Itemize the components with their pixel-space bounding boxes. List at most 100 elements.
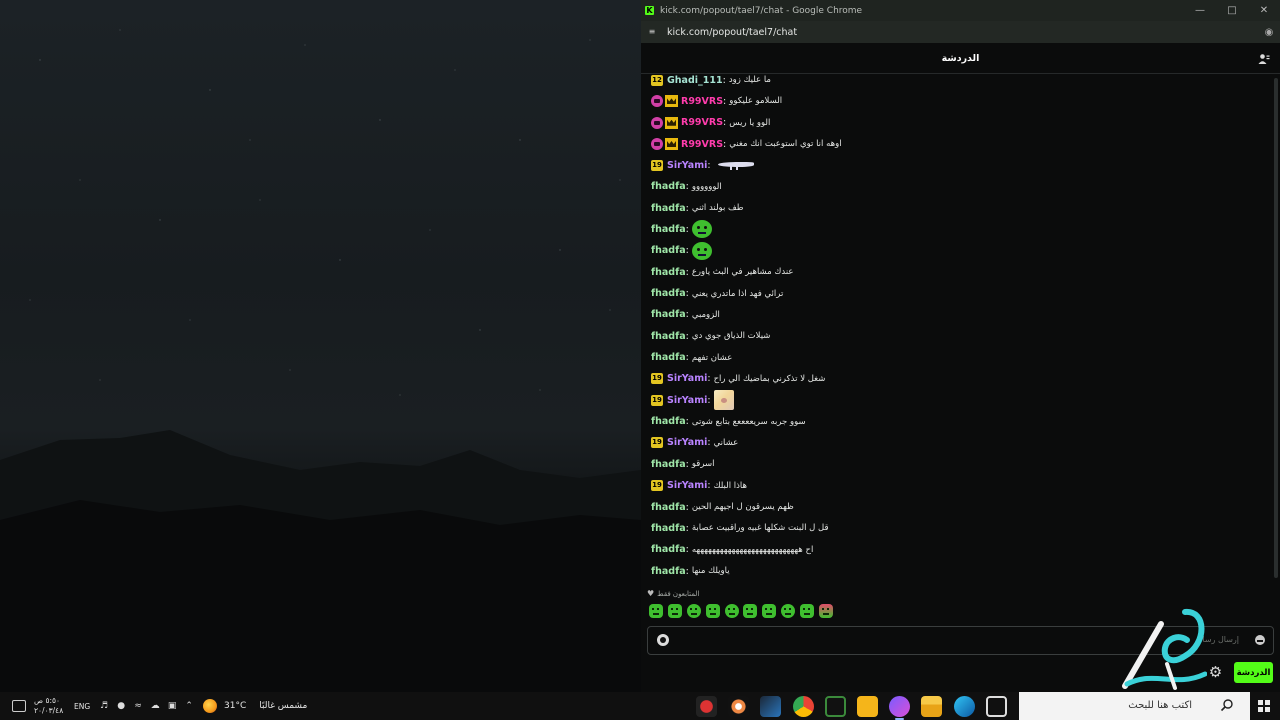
chat-username[interactable]: R99VRS bbox=[681, 139, 723, 150]
chat-message: fhadfa: قل ل البنت شكلها غبيه وراقبيت عصا… bbox=[651, 518, 829, 538]
taskbar-clock[interactable]: ٥:٥٠ ص ٢٠/٠٣/٤٨ bbox=[34, 696, 63, 716]
red-app-icon[interactable] bbox=[696, 696, 717, 717]
username-separator: : bbox=[722, 74, 726, 86]
chat-username[interactable]: SirYami bbox=[667, 160, 707, 171]
green-emote-icon[interactable] bbox=[691, 220, 712, 239]
users-icon[interactable] bbox=[1258, 53, 1270, 65]
chat-username[interactable]: fhadfa bbox=[651, 224, 686, 235]
davinci-icon[interactable] bbox=[728, 696, 750, 717]
quick-emote-icon[interactable] bbox=[800, 604, 815, 618]
gear-icon[interactable]: ⚙ bbox=[1208, 665, 1223, 680]
quick-emote-icon[interactable] bbox=[667, 604, 682, 618]
quick-emote-bar bbox=[649, 604, 838, 618]
chat-message-list[interactable]: 12 Ghadi_111: ما عليك زود R99VRS: السلامو عل… bbox=[649, 74, 1269, 584]
microphone-icon[interactable]: ● bbox=[116, 701, 126, 711]
chat-username[interactable]: fhadfa bbox=[651, 459, 686, 470]
onedrive-icon[interactable]: ☁ bbox=[150, 701, 160, 711]
og-badge-icon[interactable] bbox=[651, 116, 663, 129]
taskbar-apps bbox=[696, 696, 1018, 720]
quick-emote-icon[interactable] bbox=[705, 604, 720, 618]
quick-emote-icon[interactable] bbox=[762, 604, 777, 618]
crown-badge-icon[interactable] bbox=[665, 116, 678, 129]
chat-message-text: شغل لا تذكرني بماضيك الي راح bbox=[713, 373, 826, 384]
quick-emote-icon[interactable] bbox=[819, 604, 834, 618]
chat-username[interactable]: fhadfa bbox=[651, 416, 686, 427]
chat-username[interactable]: SirYami bbox=[667, 480, 707, 491]
steam-icon[interactable] bbox=[760, 696, 782, 717]
chat-username[interactable]: fhadfa bbox=[651, 352, 686, 363]
chat-username[interactable]: fhadfa bbox=[651, 566, 686, 577]
url-text[interactable]: kick.com/popout/tael7/chat bbox=[667, 27, 797, 38]
language-indicator[interactable]: ENG bbox=[74, 702, 90, 711]
subscriber-badge-icon[interactable]: 19 bbox=[651, 373, 663, 385]
site-info-icon[interactable]: ≡ bbox=[647, 27, 657, 37]
chat-username[interactable]: fhadfa bbox=[651, 331, 686, 342]
task-view-icon[interactable] bbox=[985, 696, 1007, 717]
username-separator: : bbox=[685, 501, 689, 513]
hide-eye-icon[interactable]: ◉ bbox=[1258, 27, 1280, 38]
subscriber-badge-icon[interactable]: 19 bbox=[651, 159, 663, 171]
chat-message-text: طف بولند اثني bbox=[691, 203, 744, 214]
chat-username[interactable]: SirYami bbox=[667, 373, 707, 384]
emoji-picker-icon[interactable] bbox=[1255, 635, 1265, 645]
tray-app-icon[interactable]: ▣ bbox=[167, 701, 177, 711]
close-button[interactable]: ✕ bbox=[1248, 0, 1280, 21]
address-bar[interactable]: ≡ kick.com/popout/tael7/chat ◉ bbox=[641, 21, 1280, 43]
streamer-logo-watermark bbox=[1122, 609, 1207, 690]
windows-start-icon[interactable] bbox=[1258, 700, 1270, 712]
chat-username[interactable]: fhadfa bbox=[651, 523, 686, 534]
wifi-icon[interactable]: ≈ bbox=[133, 701, 143, 711]
chrome-icon[interactable] bbox=[792, 696, 814, 717]
file-explorer-icon[interactable] bbox=[921, 696, 943, 717]
anime-emote-icon[interactable] bbox=[713, 390, 734, 411]
subscriber-badge-icon[interactable]: 19 bbox=[651, 480, 663, 492]
notification-icon[interactable] bbox=[12, 700, 26, 712]
maximize-button[interactable]: □ bbox=[1216, 0, 1248, 21]
chat-message-text: سوو جربه سريععععع بتابع شوتى bbox=[691, 416, 806, 427]
chat-username[interactable]: fhadfa bbox=[651, 203, 686, 214]
green-emote-icon[interactable] bbox=[691, 241, 712, 260]
quick-emote-icon[interactable] bbox=[649, 604, 663, 618]
crown-badge-icon[interactable] bbox=[665, 138, 678, 151]
chat-settings-icon[interactable] bbox=[657, 634, 669, 646]
crown-badge-icon[interactable] bbox=[665, 95, 678, 108]
weather-widget[interactable]: 31°C مشمس غالبًا bbox=[203, 699, 307, 713]
chat-username[interactable]: SirYami bbox=[667, 395, 707, 406]
chat-scrollbar[interactable] bbox=[1274, 78, 1278, 578]
active-app-icon[interactable] bbox=[889, 696, 911, 720]
quick-emote-icon[interactable] bbox=[724, 604, 739, 618]
chat-message-text: الوو يا ريس bbox=[729, 117, 771, 128]
subscriber-badge-icon[interactable]: 19 bbox=[651, 394, 663, 406]
chat-username[interactable]: SirYami bbox=[667, 437, 707, 448]
chat-username[interactable]: R99VRS bbox=[681, 117, 723, 128]
og-badge-icon[interactable] bbox=[651, 138, 663, 151]
subscriber-badge-icon[interactable]: 19 bbox=[651, 437, 663, 449]
volume-icon[interactable]: ♬ bbox=[99, 701, 109, 711]
quick-emote-icon[interactable] bbox=[686, 604, 701, 618]
chat-message: fhadfa: اسرقو bbox=[651, 454, 715, 474]
chat-username[interactable]: fhadfa bbox=[651, 181, 686, 192]
chevron-up-icon[interactable]: ⌃ bbox=[184, 701, 194, 711]
search-icon bbox=[1220, 699, 1233, 712]
taskbar-search-box[interactable]: اكتب هنا للبحث bbox=[1019, 692, 1250, 720]
minimize-button[interactable]: — bbox=[1184, 0, 1216, 21]
chat-username[interactable]: fhadfa bbox=[651, 502, 686, 513]
rockstar-icon[interactable] bbox=[856, 696, 878, 717]
chat-message-text: اسرقو bbox=[691, 459, 715, 470]
chat-username[interactable]: Ghadi_111 bbox=[667, 75, 723, 86]
chat-username[interactable]: fhadfa bbox=[651, 288, 686, 299]
chat-username[interactable]: fhadfa bbox=[651, 267, 686, 278]
xbox-icon[interactable] bbox=[824, 696, 846, 717]
quick-emote-icon[interactable] bbox=[781, 604, 796, 618]
dino-emote-icon[interactable] bbox=[714, 159, 756, 171]
subscriber-badge-icon[interactable]: 12 bbox=[651, 74, 663, 86]
chat-username[interactable]: R99VRS bbox=[681, 96, 723, 107]
send-chat-button[interactable]: الدردشة bbox=[1234, 662, 1273, 683]
chat-username[interactable]: fhadfa bbox=[651, 309, 686, 320]
edge-icon[interactable] bbox=[953, 696, 975, 717]
quick-emote-icon[interactable] bbox=[743, 604, 758, 618]
chat-username[interactable]: fhadfa bbox=[651, 245, 686, 256]
chat-username[interactable]: fhadfa bbox=[651, 544, 686, 555]
chrome-window: K kick.com/popout/tael7/chat - Google Ch… bbox=[641, 0, 1280, 692]
og-badge-icon[interactable] bbox=[651, 95, 663, 108]
